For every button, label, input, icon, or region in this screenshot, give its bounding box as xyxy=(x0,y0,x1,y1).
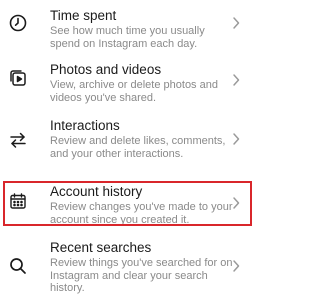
chevron-right-icon xyxy=(231,73,241,87)
calendar-icon xyxy=(9,192,27,210)
chevron-right-icon xyxy=(231,196,241,210)
clock-icon xyxy=(9,14,27,32)
menu-item-title: Account history xyxy=(50,184,143,199)
chevron-right-icon xyxy=(231,259,241,273)
menu-item-time-spent[interactable]: Time spent See how much time you usually… xyxy=(0,8,255,56)
menu-item-account-history[interactable]: Account history Review changes you've ma… xyxy=(0,183,255,226)
search-icon xyxy=(9,257,27,275)
menu-item-photos-and-videos[interactable]: Photos and videos View, archive or delet… xyxy=(0,62,255,110)
menu-item-title: Photos and videos xyxy=(50,62,162,77)
menu-item-description: View, archive or delete photos and video… xyxy=(50,79,218,104)
photos-videos-icon xyxy=(9,69,27,87)
menu-item-title: Recent searches xyxy=(50,240,152,255)
menu-item-description: See how much time you usually spend on I… xyxy=(50,25,205,50)
chevron-right-icon xyxy=(231,132,241,146)
menu-item-recent-searches[interactable]: Recent searches Review things you've sea… xyxy=(0,240,255,300)
menu-item-interactions[interactable]: Interactions Review and delete likes, co… xyxy=(0,118,255,178)
menu-item-title: Time spent xyxy=(50,8,117,23)
settings-list: Time spent See how much time you usually… xyxy=(0,0,255,300)
interactions-arrows-icon xyxy=(9,131,27,149)
menu-item-title: Interactions xyxy=(50,118,120,133)
chevron-right-icon xyxy=(231,16,241,30)
menu-item-description: Review things you've searched for on Ins… xyxy=(50,257,233,294)
menu-item-description: Review and delete likes, comments, and y… xyxy=(50,135,226,160)
menu-item-description: Review changes you've made to your accou… xyxy=(50,201,233,226)
